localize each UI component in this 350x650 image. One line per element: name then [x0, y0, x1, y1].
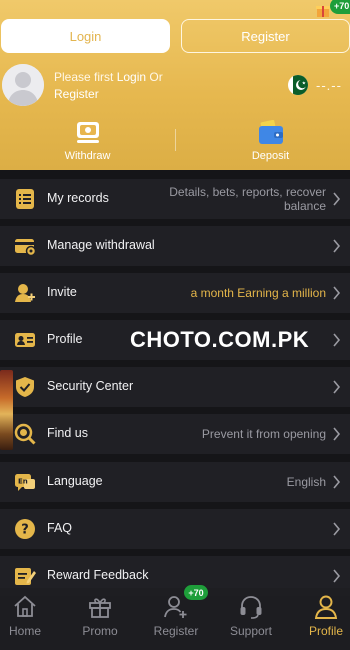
chevron-right-icon: [333, 239, 341, 253]
login-link[interactable]: Login: [117, 70, 146, 84]
menu-hint: English: [286, 475, 326, 489]
menu-item-language[interactable]: En Language English: [0, 462, 350, 502]
chevron-right-icon: [333, 380, 341, 394]
withdraw-label: Withdraw: [64, 150, 111, 162]
register-promo-badge: +70: [184, 585, 208, 600]
nav-home[interactable]: Home: [0, 588, 60, 650]
menu-label: FAQ: [47, 521, 73, 535]
deposit-label: Deposit: [251, 150, 290, 162]
register-link[interactable]: Register: [54, 87, 99, 101]
bottom-navigation: Home Promo Register Support Profile: [0, 588, 350, 650]
chevron-right-icon: [333, 569, 341, 583]
nav-label: Promo: [82, 624, 118, 638]
nav-support[interactable]: Support: [216, 588, 286, 650]
pakistan-flag-icon: [288, 75, 308, 95]
nav-label: Register: [153, 624, 199, 638]
menu-hint: Prevent it from opening: [201, 427, 326, 441]
language-icon: En: [15, 474, 35, 491]
withdraw-action[interactable]: Withdraw: [0, 120, 175, 166]
shield-icon: [16, 377, 34, 397]
profile-page: Login Register +70 Please first Login Or…: [0, 0, 350, 650]
menu-label: Language: [47, 474, 103, 488]
records-icon: [16, 189, 34, 209]
person-icon: [314, 595, 338, 619]
menu-label: Find us: [47, 426, 88, 440]
menu-item-faq[interactable]: ? FAQ: [0, 509, 350, 549]
invite-icon: [15, 284, 35, 302]
deposit-action[interactable]: Deposit: [183, 120, 350, 166]
menu-hint-line2: balance: [283, 199, 326, 213]
menu-label: Security Center: [47, 379, 134, 393]
nav-promo[interactable]: Promo: [65, 588, 135, 650]
svg-text:En: En: [18, 478, 28, 486]
register-button[interactable]: Register: [181, 19, 350, 53]
action-divider: [175, 129, 176, 151]
chevron-right-icon: [333, 192, 341, 206]
add-user-icon: [164, 596, 187, 618]
chevron-right-icon: [333, 475, 341, 489]
nav-label: Profile: [308, 624, 343, 638]
gift-icon[interactable]: [316, 2, 330, 18]
card-icon: [15, 239, 36, 257]
chevron-right-icon: [333, 427, 341, 441]
chevron-right-icon: [333, 522, 341, 536]
login-button[interactable]: Login: [1, 19, 170, 53]
profile-card-icon: [15, 333, 35, 347]
balance-value: --.--: [316, 78, 342, 93]
chevron-right-icon: [333, 286, 341, 300]
menu-label: Reward Feedback: [47, 568, 149, 582]
menu-item-my-records[interactable]: My records Details, bets, reports, recov…: [0, 179, 350, 219]
avatar[interactable]: [2, 64, 44, 106]
gift-icon: [89, 598, 111, 618]
menu-item-invite[interactable]: Invite a month Earning a million: [0, 273, 350, 313]
nav-label: Support: [229, 624, 273, 638]
menu-label: My records: [47, 191, 109, 205]
profile-header: Login Register +70 Please first Login Or…: [0, 0, 350, 170]
feedback-icon: [15, 568, 36, 585]
find-icon: [14, 423, 36, 445]
headset-icon: [240, 596, 262, 619]
menu-item-security-center[interactable]: Security Center: [0, 367, 350, 407]
menu-label: Manage withdrawal: [47, 238, 155, 252]
menu-label: Profile: [47, 332, 83, 346]
watermark-text: CHOTO.COM.PK: [130, 327, 310, 352]
home-icon: [14, 595, 36, 617]
nav-label: Home: [8, 624, 41, 638]
chevron-right-icon: [333, 333, 341, 347]
menu-hint-line1: Details, bets, reports, recover: [169, 185, 326, 199]
nav-profile[interactable]: Profile: [291, 588, 350, 650]
menu-item-manage-withdrawal[interactable]: Manage withdrawal: [0, 226, 350, 266]
avatar-icon: [2, 64, 44, 106]
login-prompt: Please first Login Or Register: [54, 69, 194, 103]
withdraw-icon: [76, 122, 99, 143]
svg-text:?: ?: [21, 523, 29, 538]
question-icon: ?: [15, 519, 35, 539]
menu-hint: a month Earning a million: [190, 286, 326, 300]
menu-hint: Details, bets, reports, recover balance: [169, 185, 326, 213]
floating-promo-thumbnail[interactable]: [0, 370, 13, 450]
menu-item-find-us[interactable]: Find us Prevent it from opening: [0, 414, 350, 454]
prompt-text: Please first: [54, 70, 117, 84]
wallet-icon: [258, 120, 283, 144]
menu-label: Invite: [47, 285, 77, 299]
prompt-or: Or: [146, 70, 163, 84]
promo-badge: +70: [330, 0, 350, 14]
